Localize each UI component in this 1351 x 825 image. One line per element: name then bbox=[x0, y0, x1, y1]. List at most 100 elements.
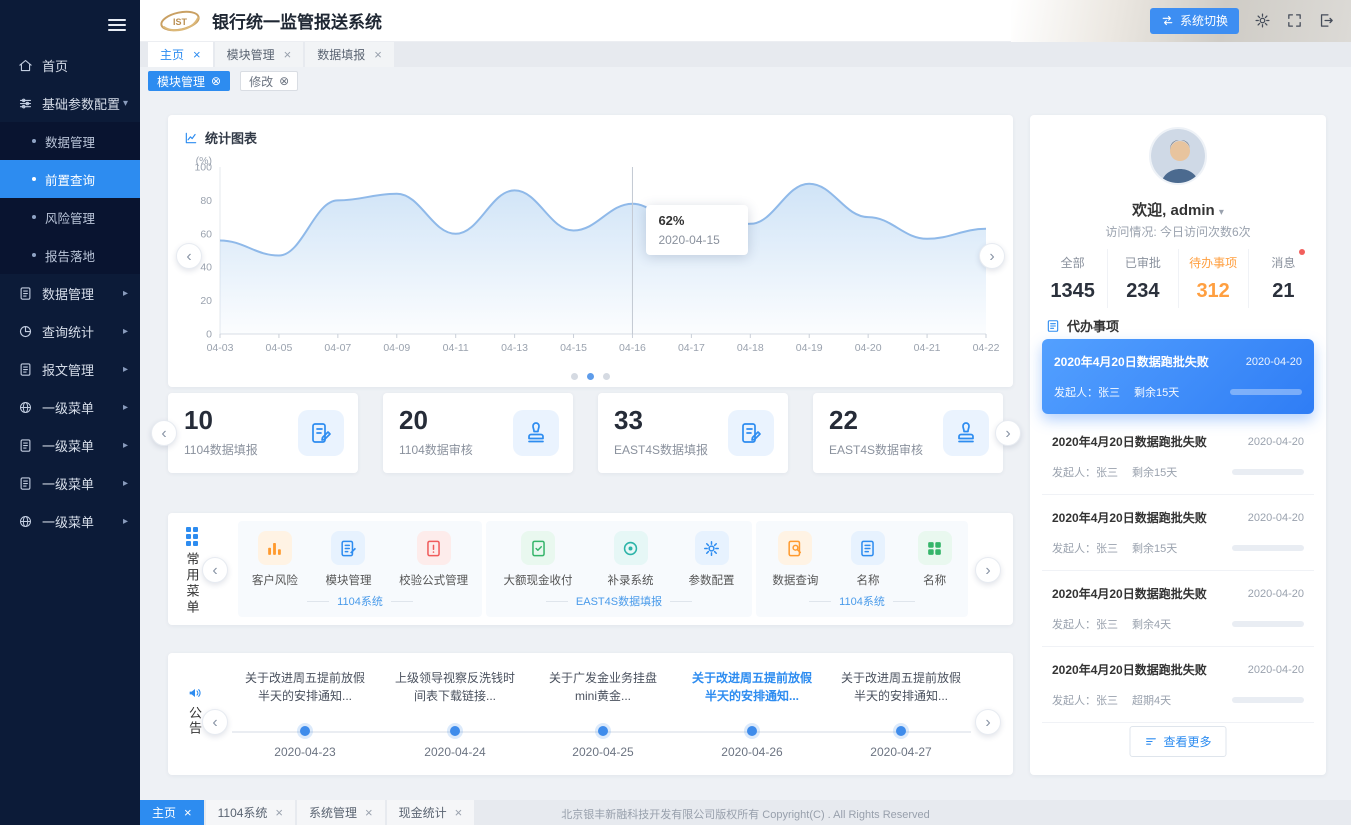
close-icon[interactable]: × bbox=[184, 806, 192, 819]
quick-menu-item-name-1[interactable]: 名称 bbox=[851, 531, 885, 588]
sidebar-item-pre-query[interactable]: 前置查询 bbox=[0, 160, 140, 198]
stat-card-1104-filling[interactable]: 10 1104数据填报 bbox=[168, 393, 358, 473]
close-icon[interactable]: × bbox=[193, 48, 201, 61]
close-icon[interactable]: × bbox=[455, 806, 463, 819]
todo-item-date: 2020-04-20 bbox=[1248, 588, 1304, 600]
bottom-tab-cash-statistics[interactable]: 现金统计 × bbox=[387, 800, 475, 825]
stat-card-1104-review[interactable]: 20 1104数据审核 bbox=[383, 393, 573, 473]
todo-item[interactable]: 2020年4月20日数据跑批失败 2020-04-20 发起人：张三 剩余4天 bbox=[1042, 571, 1314, 647]
tab-data-filling[interactable]: 数据填报 × bbox=[305, 42, 394, 67]
sidebar-item-message-management[interactable]: 报文管理 ▸ bbox=[0, 350, 140, 388]
announcement-item[interactable]: 上级领导视察反洗钱时间表下载链接... 2020-04-24 bbox=[380, 669, 530, 705]
stat-card-east4s-filling[interactable]: 33 EAST4S数据填报 bbox=[598, 393, 788, 473]
quick-menu-prev-button[interactable]: ‹ bbox=[202, 557, 228, 583]
sidebar-item-level1-menu-4[interactable]: 一级菜单 ▸ bbox=[0, 502, 140, 540]
stat-all[interactable]: 全部 1345 bbox=[1038, 249, 1107, 308]
globe-icon bbox=[18, 400, 33, 415]
system-switch-button[interactable]: 系统切换 bbox=[1150, 8, 1239, 34]
bottom-tab-home[interactable]: 主页 × bbox=[140, 800, 204, 825]
stats-next-button[interactable]: › bbox=[995, 420, 1021, 446]
bottom-tab-1104-system[interactable]: 1104系统 × bbox=[206, 800, 295, 825]
sidebar-item-level1-menu-2[interactable]: 一级菜单 ▸ bbox=[0, 426, 140, 464]
chart-next-button[interactable]: › bbox=[979, 243, 1005, 269]
close-circle-icon[interactable]: ⊗ bbox=[279, 75, 289, 87]
tab-home[interactable]: 主页 × bbox=[148, 42, 213, 67]
todo-item[interactable]: 2020年4月20日数据跑批失败 2020-04-20 发起人：张三 剩余15天 bbox=[1042, 419, 1314, 495]
tab-module-management[interactable]: 模块管理 × bbox=[215, 42, 304, 67]
todo-item[interactable]: 2020年4月20日数据跑批失败 2020-04-20 发起人：张三 剩余15天 bbox=[1042, 495, 1314, 571]
todo-item[interactable]: 2020年4月20日数据跑批失败 2020-04-20 发起人：张三 超期4天 bbox=[1042, 647, 1314, 723]
sidebar-item-query-statistics[interactable]: 查询统计 ▸ bbox=[0, 312, 140, 350]
statistics-line-chart[interactable]: (%)02040608010004-0304-0504-0704-0904-11… bbox=[180, 151, 1000, 366]
quick-menu-item-module-management[interactable]: 模块管理 bbox=[325, 531, 371, 588]
quick-menu-item-label: 补录系统 bbox=[608, 572, 654, 588]
close-icon[interactable]: × bbox=[365, 806, 373, 819]
quick-menu-item-label: 校验公式管理 bbox=[399, 572, 468, 588]
quick-menu-item-formula-management[interactable]: 校验公式管理 bbox=[399, 531, 468, 588]
menu-toggle-icon[interactable] bbox=[108, 16, 126, 34]
chevron-right-icon: ▸ bbox=[123, 288, 128, 299]
stat-value: 234 bbox=[1108, 280, 1177, 303]
sidebar-item-risk-management[interactable]: 风险管理 bbox=[0, 198, 140, 236]
chart-prev-button[interactable]: ‹ bbox=[176, 243, 202, 269]
sidebar-item-level1-menu-3[interactable]: 一级菜单 ▸ bbox=[0, 464, 140, 502]
quick-menu-item-label: 客户风险 bbox=[252, 572, 298, 588]
close-icon[interactable]: × bbox=[374, 48, 382, 61]
stat-label: 消息 bbox=[1249, 254, 1318, 271]
sidebar-item-report-landing[interactable]: 报告落地 bbox=[0, 236, 140, 274]
quick-menu-item-customer-risk[interactable]: 客户风险 bbox=[252, 531, 298, 588]
sidebar-item-base-config[interactable]: 基础参数配置 ▾ bbox=[0, 84, 140, 122]
sidebar-submenu: 数据管理 前置查询 风险管理 报告落地 bbox=[0, 122, 140, 274]
quick-menu-item-name-2[interactable]: 名称 bbox=[918, 531, 952, 588]
sidebar-item-data-management[interactable]: 数据管理 ▸ bbox=[0, 274, 140, 312]
announcement-item-highlighted[interactable]: 关于改进周五提前放假半天的安排通知... 2020-04-26 bbox=[677, 669, 827, 705]
tooltip-date: 2020-04-15 bbox=[658, 233, 736, 247]
user-avatar[interactable] bbox=[1149, 127, 1207, 185]
bottom-tab-system-management[interactable]: 系统管理 × bbox=[297, 800, 385, 825]
stamp-icon bbox=[513, 410, 559, 456]
quick-menu-item-parameter-config[interactable]: 参数配置 bbox=[689, 531, 735, 588]
pagination-dot-active[interactable] bbox=[587, 373, 594, 380]
timeline-dot-icon bbox=[450, 726, 460, 736]
close-icon[interactable]: × bbox=[284, 48, 292, 61]
chart-title-text: 统计图表 bbox=[205, 128, 257, 147]
announcement-text: 半天的安排通知... bbox=[677, 687, 827, 705]
pagination-dot[interactable] bbox=[603, 373, 610, 380]
logout-icon[interactable] bbox=[1318, 12, 1335, 29]
tab-label: 数据填报 bbox=[317, 46, 365, 63]
stat-messages[interactable]: 消息 21 bbox=[1248, 249, 1318, 308]
quick-menu-next-button[interactable]: › bbox=[975, 557, 1001, 583]
stats-prev-button[interactable]: ‹ bbox=[151, 420, 177, 446]
chip-modify[interactable]: 修改 ⊗ bbox=[240, 71, 298, 91]
announcement-prev-button[interactable]: ‹ bbox=[202, 709, 228, 735]
announcement-item[interactable]: 关于改进周五提前放假半天的安排通知... 2020-04-27 bbox=[826, 669, 976, 705]
quick-menu-item-data-query[interactable]: 数据查询 bbox=[772, 531, 818, 588]
close-icon[interactable]: × bbox=[275, 806, 283, 819]
quick-menu-item-large-cash[interactable]: 大额现金收付 bbox=[504, 531, 573, 588]
svg-text:0: 0 bbox=[206, 329, 212, 341]
sidebar-item-home[interactable]: 首页 bbox=[0, 46, 140, 84]
todo-item-title: 2020年4月20日数据跑批失败 bbox=[1052, 585, 1207, 602]
view-more-button[interactable]: 查看更多 bbox=[1129, 726, 1226, 757]
quick-menu-item-supplement-system[interactable]: 补录系统 bbox=[608, 531, 654, 588]
welcome-user[interactable]: 欢迎, admin ▾ bbox=[1030, 199, 1326, 220]
announcement-item[interactable]: 关于改进周五提前放假半天的安排通知... 2020-04-23 bbox=[230, 669, 380, 705]
profile-stats: 全部 1345 已审批 234 待办事项 312 消息 21 bbox=[1038, 249, 1318, 308]
close-circle-icon[interactable]: ⊗ bbox=[211, 75, 221, 87]
announcement-item[interactable]: 关于广发金业务挂盘mini黄金... 2020-04-25 bbox=[528, 669, 678, 705]
stat-pending[interactable]: 待办事项 312 bbox=[1178, 249, 1248, 308]
fullscreen-icon[interactable] bbox=[1286, 12, 1303, 29]
settings-gear-icon[interactable] bbox=[1254, 12, 1271, 29]
todo-item-active[interactable]: 2020年4月20日数据跑批失败 2020-04-20 发起人：张三 剩余15天 bbox=[1042, 339, 1314, 414]
sidebar-item-level1-menu-1[interactable]: 一级菜单 ▸ bbox=[0, 388, 140, 426]
svg-text:04-22: 04-22 bbox=[973, 342, 1000, 354]
stat-approved[interactable]: 已审批 234 bbox=[1107, 249, 1177, 308]
app-root: 首页 基础参数配置 ▾ 数据管理 前置查询 风险管理 bbox=[0, 0, 1351, 825]
chip-module-management[interactable]: 模块管理 ⊗ bbox=[148, 71, 230, 91]
doc-icon bbox=[18, 476, 33, 491]
pagination-dot[interactable] bbox=[571, 373, 578, 380]
stat-card-east4s-review[interactable]: 22 EAST4S数据审核 bbox=[813, 393, 1003, 473]
todo-item-status: 剩余15天 bbox=[1132, 540, 1177, 556]
sidebar-item-data-management-sub[interactable]: 数据管理 bbox=[0, 122, 140, 160]
announcement-next-button[interactable]: › bbox=[975, 709, 1001, 735]
